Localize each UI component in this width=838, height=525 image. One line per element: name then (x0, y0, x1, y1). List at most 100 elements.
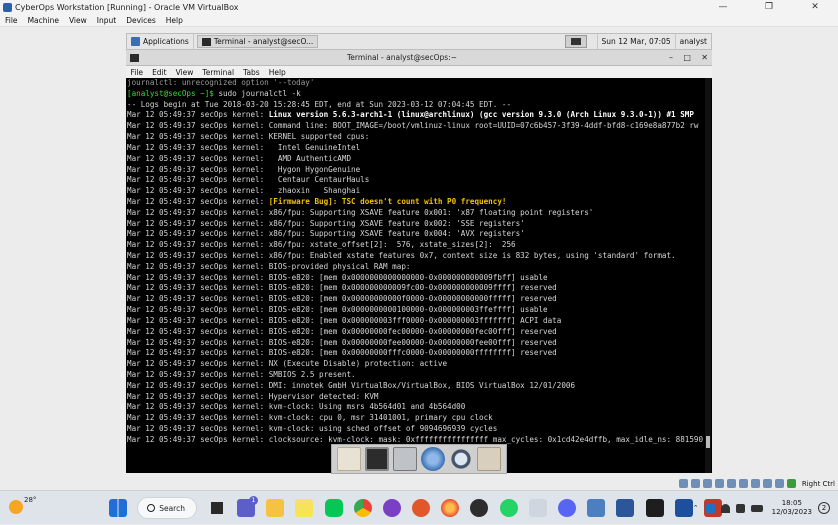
shared-folder-icon[interactable] (739, 479, 749, 488)
log-prefix: Mar 12 05:49:37 secOps kernel: (127, 294, 269, 304)
usb-icon[interactable] (727, 479, 737, 488)
terminal-output[interactable]: journalctl: unrecognized option '--today… (126, 78, 712, 473)
terminal-line: journalctl: unrecognized option '--today… (127, 78, 703, 89)
terminal-line: Mar 12 05:49:37 secOps kernel: x86/fpu: … (127, 240, 703, 251)
terminal-scrollbar[interactable] (705, 78, 711, 473)
log-prefix: Mar 12 05:49:37 secOps kernel: (127, 402, 269, 412)
display-icon[interactable] (751, 479, 761, 488)
line-icon[interactable] (324, 499, 343, 517)
terminal-minimize-button[interactable]: – (669, 53, 673, 62)
log-message: journalctl: unrecognized option '--today… (127, 78, 315, 87)
terminal-title: Terminal - analyst@secOps:~ (346, 53, 457, 62)
log-message: x86/fpu: Supporting XSAVE feature 0x002:… (268, 218, 525, 228)
terminal-line: Mar 12 05:49:37 secOps kernel: Hyperviso… (127, 392, 703, 403)
menu-file[interactable]: File (0, 16, 23, 25)
terminal-line: Mar 12 05:49:37 secOps kernel: NX (Execu… (127, 359, 703, 370)
terminal-maximize-button[interactable]: □ (683, 53, 691, 62)
web-browser-icon[interactable] (421, 447, 445, 471)
log-message: BIOS-e820: [mem 0x0000000000100000-0x000… (268, 305, 548, 315)
network-icon[interactable] (715, 479, 725, 488)
log-message: Hygon HygonGenuine (268, 164, 361, 174)
firefox-icon[interactable] (441, 499, 460, 517)
onedrive-icon[interactable] (705, 503, 715, 513)
chrome-icon[interactable] (353, 499, 372, 517)
applications-menu[interactable]: Applications (127, 34, 194, 49)
terminal-window-controls: – □ ✕ (665, 53, 712, 62)
terminal-menu-bar: File Edit View Terminal Tabs Help (126, 66, 712, 78)
menu-help[interactable]: Help (161, 16, 188, 25)
log-prefix: Mar 12 05:49:37 secOps kernel: (127, 380, 269, 390)
taskbar-item-terminal[interactable]: Terminal - analyst@secO... (196, 35, 319, 48)
folder-icon[interactable] (477, 447, 501, 471)
word-icon[interactable] (616, 499, 635, 517)
whatsapp-icon[interactable] (499, 499, 518, 517)
panel-user[interactable]: analyst (676, 37, 711, 46)
discord-icon[interactable] (558, 499, 577, 517)
terminal-menu-tabs[interactable]: Tabs (239, 68, 265, 77)
terminal-line: Mar 12 05:49:37 secOps kernel: Command l… (127, 121, 703, 132)
weather-widget[interactable]: 28° (8, 496, 36, 514)
terminal-line: [analyst@secOps ~]$ sudo journalctl -k (127, 89, 703, 100)
menu-devices[interactable]: Devices (121, 16, 161, 25)
terminal-menu-edit[interactable]: Edit (148, 68, 172, 77)
app-purple-icon[interactable] (382, 499, 401, 517)
maximize-button[interactable]: ❐ (746, 2, 792, 12)
mouse-icon[interactable] (787, 479, 797, 488)
terminal-menu-help[interactable]: Help (264, 68, 290, 77)
taskbar-clock[interactable]: 18:05 12/03/2023 (772, 499, 812, 517)
audio-icon[interactable] (703, 479, 713, 488)
terminal-line: Mar 12 05:49:37 secOps kernel: BIOS-prov… (127, 262, 703, 273)
terminal-menu-file[interactable]: File (126, 68, 148, 77)
windows-start-icon[interactable] (108, 499, 127, 517)
teams-icon[interactable]: 1 (236, 496, 258, 517)
terminal-close-button[interactable]: ✕ (701, 53, 708, 62)
wifi-icon[interactable] (720, 503, 730, 513)
minimize-button[interactable]: — (700, 2, 746, 12)
terminal-icon (201, 37, 211, 46)
file-explorer-icon[interactable] (266, 499, 285, 517)
menu-view[interactable]: View (64, 16, 92, 25)
virtualbox-icon[interactable] (587, 499, 606, 517)
log-prefix: Mar 12 05:49:37 secOps kernel: (127, 175, 269, 185)
terminal-line: Mar 12 05:49:37 secOps kernel: DMI: inno… (127, 381, 703, 392)
terminal-line: Mar 12 05:49:37 secOps kernel: x86/fpu: … (127, 208, 703, 219)
terminal-line: Mar 12 05:49:37 secOps kernel: BIOS-e820… (127, 316, 703, 327)
log-message: KERNEL supported cpus: (268, 132, 370, 142)
file-manager-icon[interactable] (393, 447, 417, 471)
optical-drive-icon[interactable] (691, 479, 701, 488)
terminal-icon[interactable] (645, 499, 664, 517)
terminal-line: Mar 12 05:49:37 secOps kernel: Linux ver… (127, 110, 703, 121)
scrollbar-thumb[interactable] (706, 436, 710, 448)
speaker-icon[interactable] (735, 503, 745, 513)
home-folder-icon[interactable] (337, 447, 361, 471)
search-box[interactable]: Search (137, 497, 198, 519)
menu-machine[interactable]: Machine (23, 16, 64, 25)
chevron-up-icon[interactable]: ⌃ (693, 504, 699, 512)
workspace-switcher[interactable] (564, 35, 587, 48)
recording-icon[interactable] (763, 479, 773, 488)
notifications-badge[interactable]: 2 (818, 502, 830, 514)
app-finder-icon[interactable] (449, 447, 473, 471)
notes-icon[interactable] (295, 499, 314, 517)
terminal-title-bar: Terminal - analyst@secOps:~ – □ ✕ (126, 50, 712, 66)
app-flame-icon[interactable] (470, 499, 489, 517)
terminal-icon[interactable] (365, 447, 389, 471)
battery-icon[interactable] (750, 504, 763, 512)
log-message: clocksource: kvm-clock: mask: 0xffffffff… (268, 434, 703, 444)
hard-disk-icon[interactable] (679, 479, 689, 488)
teams-badge: 1 (248, 496, 258, 505)
panel-clock[interactable]: Sun 12 Mar, 07:05 (596, 34, 676, 49)
log-message: x86/fpu: Enabled xstate features 0x7, co… (268, 251, 676, 260)
log-message: DMI: innotek GmbH VirtualBox/VirtualBox,… (268, 380, 576, 390)
terminal-line: Mar 12 05:49:37 secOps kernel: zhaoxin S… (127, 186, 703, 197)
app-bird-icon[interactable] (412, 499, 431, 517)
terminal-menu-view[interactable]: View (171, 68, 198, 77)
app-mail-icon[interactable] (528, 499, 547, 517)
terminal-menu-terminal[interactable]: Terminal (198, 68, 239, 77)
windows-taskbar: 28° Search 1 ⌃ 18:05 12/03/2023 2 (0, 490, 838, 524)
close-button[interactable]: ✕ (792, 2, 838, 12)
cpu-icon[interactable] (775, 479, 785, 488)
menu-input[interactable]: Input (92, 16, 121, 25)
log-message: NX (Execute Disable) protection: active (268, 359, 448, 369)
task-view-icon[interactable] (207, 499, 226, 517)
